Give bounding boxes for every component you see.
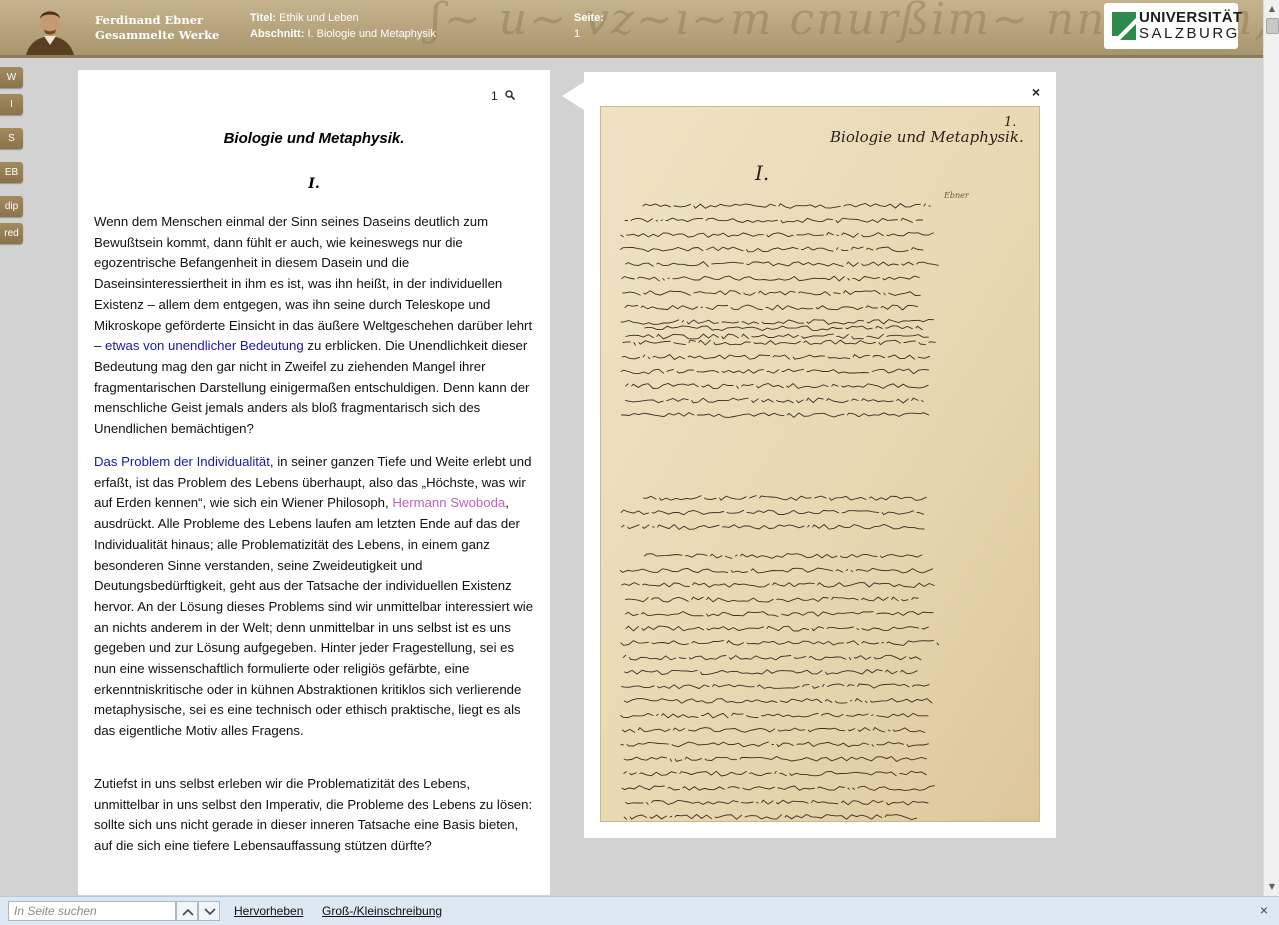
- paragraph-2-text-b: , ausdrückt. Alle Probleme des Lebens la…: [94, 495, 534, 739]
- find-in-page-input[interactable]: [8, 901, 176, 921]
- title-value: Ethik und Leben: [279, 12, 359, 24]
- manuscript-image[interactable]: Biologie und Metaphysik. 1. I. Ebner: [600, 106, 1040, 822]
- facsimile-pointer: [562, 82, 584, 110]
- find-previous-button[interactable]: [176, 901, 198, 921]
- facsimile-panel: × Biologie und Metaphysik. 1. I. Ebner: [584, 72, 1056, 838]
- side-button-red[interactable]: red: [0, 223, 23, 244]
- brand-name: Ferdinand Ebner: [95, 13, 204, 27]
- side-button-i[interactable]: I: [0, 94, 23, 115]
- page-number: 1: [491, 89, 498, 103]
- page-label: Seite:: [574, 12, 604, 24]
- page-value: 1: [574, 28, 581, 40]
- manuscript-page-mark: 1.: [1004, 115, 1016, 130]
- match-case-button[interactable]: Groß-/Kleinschreibung: [322, 904, 442, 918]
- highlight-all-button[interactable]: Hervorheben: [234, 904, 303, 918]
- scroll-thumb[interactable]: [1266, 18, 1279, 34]
- close-findbar-button[interactable]: ×: [1257, 903, 1271, 917]
- manuscript-heading: Biologie und Metaphysik.: [829, 128, 1024, 146]
- side-button-dip[interactable]: dip: [0, 196, 23, 217]
- manuscript-chapter: I.: [754, 161, 769, 185]
- find-bar: Hervorheben Groß-/Kleinschreibung ×: [0, 896, 1279, 925]
- section-label: Abschnitt:: [250, 28, 305, 40]
- paragraph-1-text-a: Wenn dem Menschen einmal der Sinn seines…: [94, 214, 533, 354]
- scroll-down-arrow-icon[interactable]: ▼: [1266, 880, 1278, 894]
- paragraph-3: Zutiefst in uns selbst erleben wir die P…: [94, 776, 533, 854]
- find-next-button[interactable]: [198, 901, 220, 921]
- title-field: Titel: Ethik und Leben: [250, 12, 359, 24]
- university-mark-icon: [1112, 12, 1136, 40]
- title-label: Titel:: [250, 12, 277, 24]
- link-hermann-swoboda[interactable]: Hermann Swoboda: [392, 495, 505, 510]
- paragraph-2: Das Problem der Individualität, in seine…: [94, 452, 538, 742]
- section-value: I. Biologie und Metaphysik: [307, 28, 436, 40]
- page-scrollbar[interactable]: ▲ ▼: [1263, 0, 1279, 896]
- brand-subtitle: Gesammelte Werke: [95, 28, 220, 42]
- link-unendliche-bedeutung[interactable]: etwas von unendlicher Bedeutung: [105, 338, 304, 353]
- header-banner: ʃ~ u~ vz~ı~m cnurßim~ nnrz~nn, ~ Sra~rnr…: [0, 0, 1263, 58]
- paragraph-1: Wenn dem Menschen einmal der Sinn seines…: [94, 212, 538, 440]
- close-facsimile-button[interactable]: ×: [1028, 84, 1044, 100]
- side-button-eb[interactable]: EB: [0, 162, 23, 183]
- university-name-line2: SALZBURG: [1139, 25, 1240, 42]
- chevron-up-icon: [182, 908, 194, 916]
- chapter-heading: I.: [308, 176, 320, 192]
- section-field: Abschnitt: I. Biologie und Metaphysik: [250, 28, 436, 40]
- side-button-w[interactable]: W: [0, 67, 23, 88]
- side-button-s[interactable]: S: [0, 128, 23, 149]
- university-name-line1: UNIVERSITÄT: [1139, 9, 1243, 26]
- text-panel: 1 Biologie und Metaphysik. I. Wenn dem M…: [78, 70, 550, 895]
- scroll-up-arrow-icon[interactable]: ▲: [1266, 2, 1278, 16]
- chevron-down-icon: [204, 908, 216, 916]
- manuscript-corner-note: Ebner: [943, 191, 970, 200]
- link-problem-individualitaet[interactable]: Das Problem der Individualität: [94, 454, 270, 469]
- document-title: Biologie und Metaphysik.: [223, 130, 405, 147]
- portrait-image: [26, 10, 74, 55]
- university-logo[interactable]: UNIVERSITÄT SALZBURG: [1104, 3, 1242, 49]
- magnifier-icon[interactable]: [505, 90, 515, 100]
